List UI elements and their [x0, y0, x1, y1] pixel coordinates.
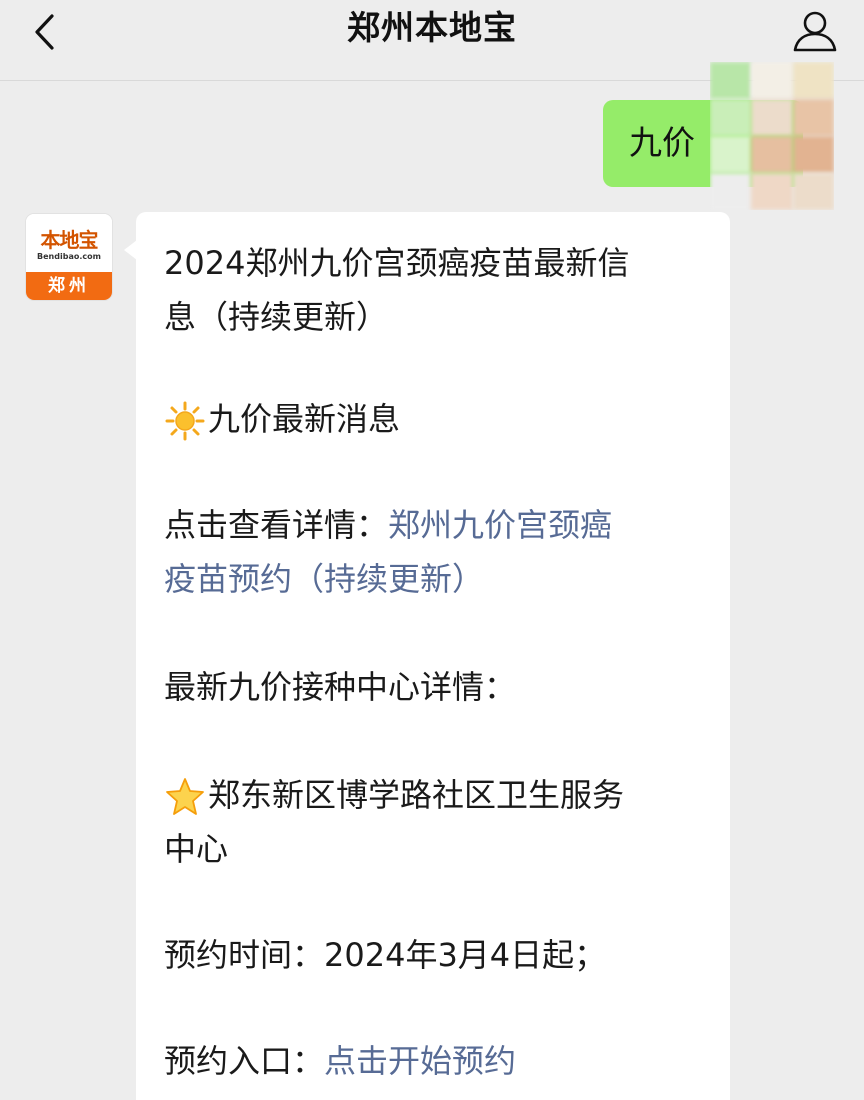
chat-screen: 郑州本地宝 九价 本地宝 Bendibao.com 郑州 2024郑州九价宫颈癌… [0, 0, 864, 1100]
detail-link[interactable]: 郑州九价宫颈癌 [388, 506, 612, 544]
center-name-line2: 中心 [164, 830, 229, 868]
news-heading: 九价最新消息 [164, 392, 400, 446]
center-heading: 最新九价接种中心详情： [164, 668, 517, 706]
blurred-avatar-mosaic [710, 62, 834, 210]
booking-entry: 预约入口：点击开始预约 [164, 1034, 516, 1088]
person-icon [793, 11, 837, 52]
avatar-domain-text: Bendibao.com [37, 252, 101, 261]
sun-emoji-icon [165, 401, 205, 441]
message-title-line1: 2024郑州九价宫颈癌疫苗最新信 [164, 244, 630, 282]
message-title-line2: 息（持续更新） [164, 298, 389, 336]
center-name-line1: 郑东新区博学路社区卫生服务 [164, 768, 624, 822]
detail-link-line2[interactable]: 疫苗预约（持续更新） [164, 552, 484, 606]
profile-button[interactable] [790, 6, 840, 56]
received-message-bubble: 2024郑州九价宫颈癌疫苗最新信 息（持续更新） 九价最新消息 点击查看详情：郑… [136, 212, 730, 1100]
booking-time: 预约时间：2024年3月4日起； [164, 936, 607, 974]
chat-title: 郑州本地宝 [347, 8, 517, 47]
booking-entry-prefix: 预约入口： [164, 1042, 325, 1080]
booking-entry-link[interactable]: 点击开始预约 [324, 1042, 516, 1080]
sender-avatar[interactable]: 本地宝 Bendibao.com 郑州 [26, 214, 112, 300]
star-emoji-icon [166, 778, 204, 815]
avatar-logo: 本地宝 Bendibao.com [26, 214, 112, 272]
sent-message-text: 九价 [629, 123, 695, 162]
avatar-brand-text: 本地宝 [40, 228, 99, 252]
detail-prefix: 点击查看详情： [164, 506, 389, 544]
avatar-city-label: 郑州 [26, 272, 112, 300]
center-name-text: 郑东新区博学路社区卫生服务 [208, 776, 625, 814]
news-heading-text: 九价最新消息 [208, 400, 401, 438]
detail-line1: 点击查看详情：郑州九价宫颈癌 [164, 498, 612, 552]
